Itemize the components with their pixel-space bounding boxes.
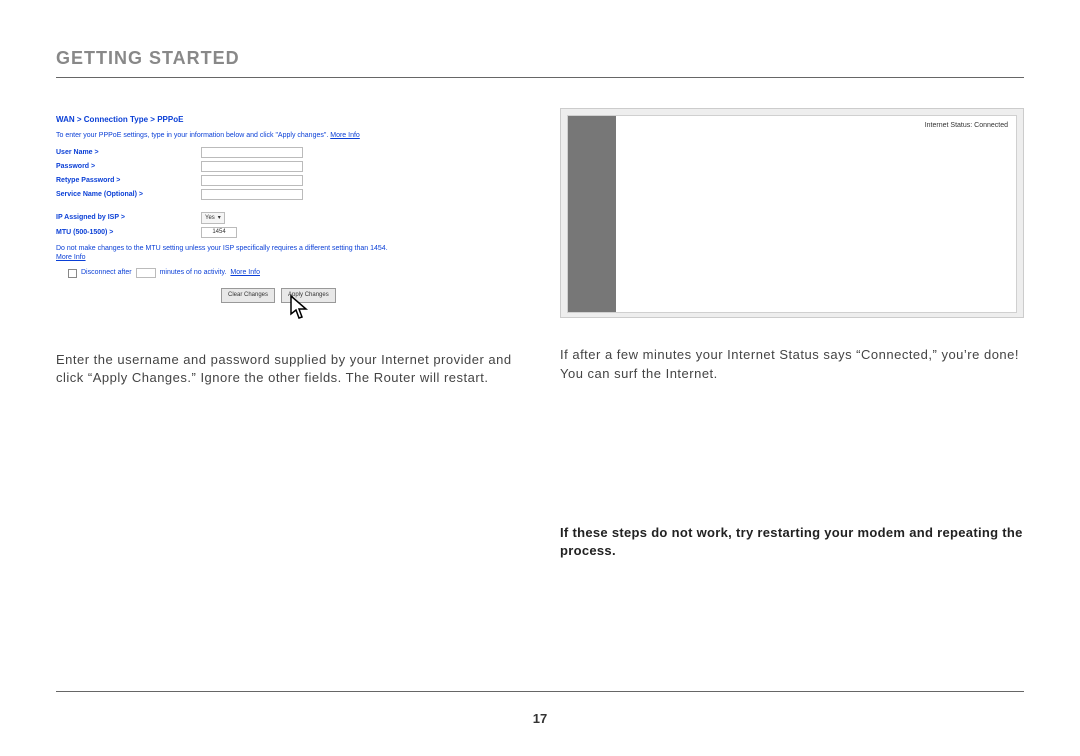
username-label: User Name > — [56, 148, 201, 158]
status-screenshot: Internet Status: Connected — [560, 108, 1024, 318]
right-caption: If after a few minutes your Internet Sta… — [560, 346, 1024, 384]
mtu-note-text: Do not make changes to the MTU setting u… — [56, 245, 388, 252]
disconnect-checkbox[interactable] — [68, 269, 77, 278]
ip-assigned-value: Yes — [205, 214, 215, 222]
left-caption: Enter the username and password supplied… — [56, 351, 520, 389]
right-column: Internet Status: Connected If after a fe… — [560, 108, 1024, 560]
mtu-label: MTU (500-1500) > — [56, 228, 201, 238]
more-info-link-3[interactable]: More Info — [230, 268, 260, 278]
page-number: 17 — [0, 711, 1080, 726]
mtu-note: Do not make changes to the MTU setting u… — [56, 244, 436, 262]
disconnect-label-post: minutes of no activity. — [160, 268, 227, 278]
ip-assigned-label: IP Assigned by ISP > — [56, 213, 201, 223]
clear-changes-button[interactable]: Clear Changes — [221, 288, 275, 302]
disconnect-label-pre: Disconnect after — [81, 268, 132, 278]
instruction-text: To enter your PPPoE settings, type in yo… — [56, 131, 520, 141]
troubleshoot-note: If these steps do not work, try restarti… — [560, 524, 1024, 560]
retype-password-label: Retype Password > — [56, 176, 201, 186]
rule-top — [56, 77, 1024, 78]
page-title: GETTING STARTED — [56, 48, 1024, 69]
rule-bottom — [56, 691, 1024, 692]
pppoe-screenshot: WAN > Connection Type > PPPoE To enter y… — [56, 108, 520, 323]
retype-password-input[interactable] — [201, 175, 303, 186]
disconnect-row: Disconnect after minutes of no activity.… — [68, 268, 520, 278]
breadcrumb: WAN > Connection Type > PPPoE — [56, 114, 520, 125]
cursor-icon — [289, 294, 311, 326]
left-column: WAN > Connection Type > PPPoE To enter y… — [56, 108, 520, 560]
password-input[interactable] — [201, 161, 303, 172]
service-name-input[interactable] — [201, 189, 303, 200]
disconnect-minutes-input[interactable] — [136, 268, 156, 278]
service-name-label: Service Name (Optional) > — [56, 190, 201, 200]
instruction-body: To enter your PPPoE settings, type in yo… — [56, 132, 328, 139]
username-input[interactable] — [201, 147, 303, 158]
more-info-link-2[interactable]: More Info — [56, 254, 86, 261]
more-info-link[interactable]: More Info — [330, 132, 360, 139]
mtu-input[interactable]: 1454 — [201, 227, 237, 238]
sidebar-placeholder — [568, 116, 616, 312]
chevron-down-icon: ▾ — [218, 214, 221, 222]
ip-assigned-select[interactable]: Yes ▾ — [201, 212, 225, 224]
password-label: Password > — [56, 162, 201, 172]
internet-status-text: Internet Status: Connected — [925, 122, 1008, 129]
